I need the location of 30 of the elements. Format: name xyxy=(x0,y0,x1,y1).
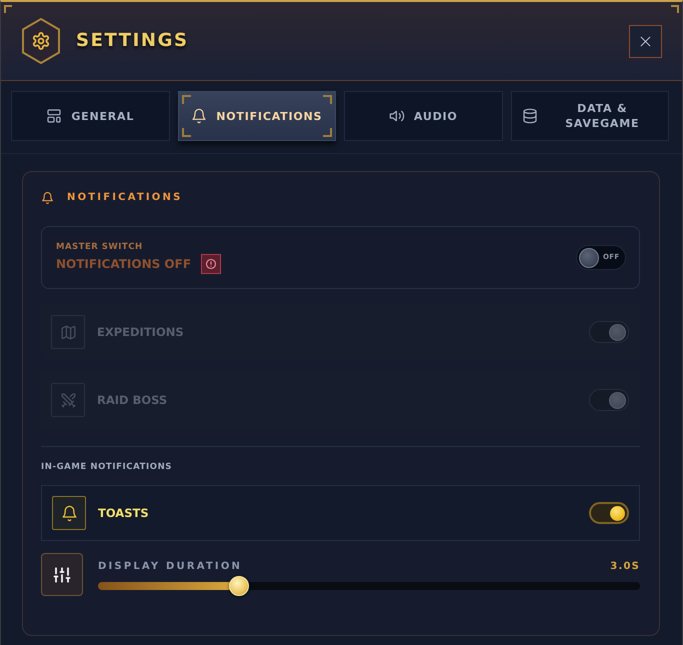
toggle-switch[interactable] xyxy=(589,502,629,524)
slider-value: 3.0S xyxy=(610,561,640,573)
bell-icon xyxy=(52,496,86,530)
speaker-icon xyxy=(388,108,405,124)
layout-icon xyxy=(46,108,62,124)
bell-icon xyxy=(41,191,54,205)
slider-thumb[interactable] xyxy=(228,576,249,596)
database-icon xyxy=(522,108,538,124)
setting-label: TOASTS xyxy=(98,505,149,521)
bell-icon xyxy=(191,108,208,124)
setting-label: EXPEDITIONS xyxy=(97,324,184,340)
tab[interactable]: NOTIFICATIONS xyxy=(178,91,336,141)
close-icon xyxy=(639,34,652,48)
master-switch-caption: MASTER SWITCH xyxy=(56,242,143,252)
window-title: SETTINGS xyxy=(76,29,189,53)
setting-label: RAID BOSS xyxy=(97,392,168,408)
tab[interactable]: DATA & SAVEGAME xyxy=(510,91,669,141)
crossed-swords-icon xyxy=(51,383,85,417)
tab[interactable]: AUDIO xyxy=(344,91,502,141)
close-button[interactable] xyxy=(629,24,662,58)
section-title: NOTIFICATIONS xyxy=(67,191,182,205)
gear-icon xyxy=(22,18,60,64)
map-icon xyxy=(51,315,85,349)
tab[interactable]: GENERAL xyxy=(11,91,170,141)
section-subheading: IN-GAME NOTIFICATIONS xyxy=(41,462,172,473)
slider-track[interactable] xyxy=(98,576,640,596)
alert-icon xyxy=(201,254,222,274)
status-text: NOTIFICATIONS OFF xyxy=(56,256,192,272)
slider-label: DISPLAY DURATION xyxy=(98,561,242,573)
sliders-icon xyxy=(41,553,83,596)
